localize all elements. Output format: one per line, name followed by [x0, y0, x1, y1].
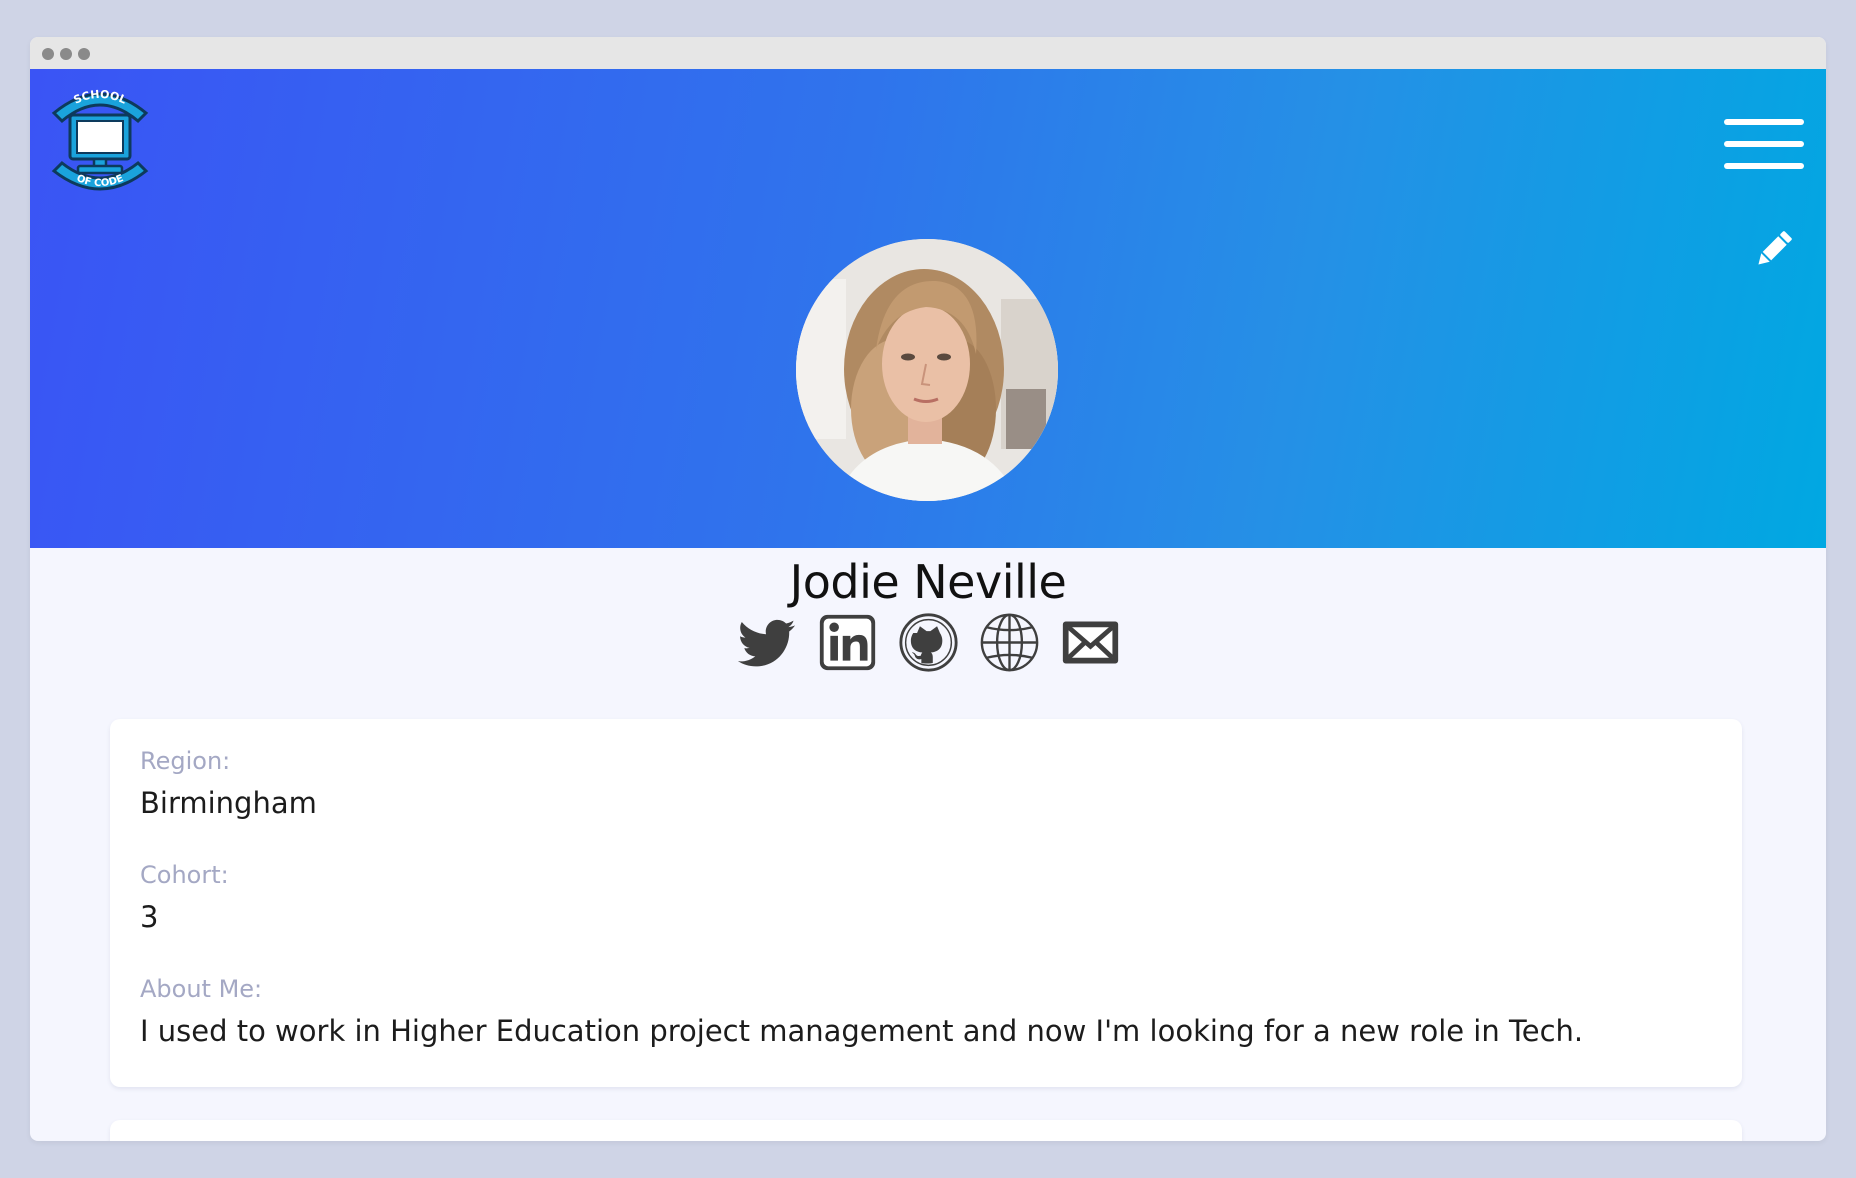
profile-photo: [796, 239, 1058, 501]
next-card: [110, 1120, 1742, 1141]
avatar: [796, 239, 1058, 501]
hamburger-line: [1724, 141, 1804, 147]
profile-name: Jodie Neville: [789, 555, 1067, 609]
social-links: [30, 612, 1826, 673]
email-icon[interactable]: [1060, 612, 1121, 673]
region-field: Region: Birmingham: [140, 745, 1712, 823]
window-titlebar: [30, 37, 1826, 69]
edit-pencil-icon[interactable]: [1752, 227, 1796, 271]
globe-icon[interactable]: [979, 612, 1040, 673]
twitter-icon[interactable]: [736, 612, 797, 673]
window-dot-close[interactable]: [42, 48, 54, 60]
hamburger-menu-button[interactable]: [1724, 119, 1804, 171]
about-value: I used to work in Higher Education proje…: [140, 1014, 1584, 1048]
cohort-label: Cohort:: [140, 861, 229, 889]
cohort-field: Cohort: 3: [140, 859, 1712, 937]
school-of-code-logo[interactable]: SCHOOL OF CODE: [50, 77, 150, 201]
about-field: About Me: I used to work in Higher Educa…: [140, 973, 1712, 1051]
region-label: Region:: [140, 747, 231, 775]
hamburger-menu-icon: [1724, 119, 1804, 125]
region-value: Birmingham: [140, 786, 317, 820]
profile-header-banner: SCHOOL OF CODE: [30, 69, 1826, 548]
hamburger-line: [1724, 163, 1804, 169]
window-dot-minimize[interactable]: [60, 48, 72, 60]
about-label: About Me:: [140, 975, 263, 1003]
browser-window: SCHOOL OF CODE Jodie Neville Region: Bir…: [30, 37, 1826, 1141]
profile-details-card: Region: Birmingham Cohort: 3 About Me: I…: [110, 719, 1742, 1087]
github-icon[interactable]: [898, 612, 959, 673]
cohort-value: 3: [140, 900, 159, 934]
linkedin-icon[interactable]: [817, 612, 878, 673]
window-dot-maximize[interactable]: [78, 48, 90, 60]
